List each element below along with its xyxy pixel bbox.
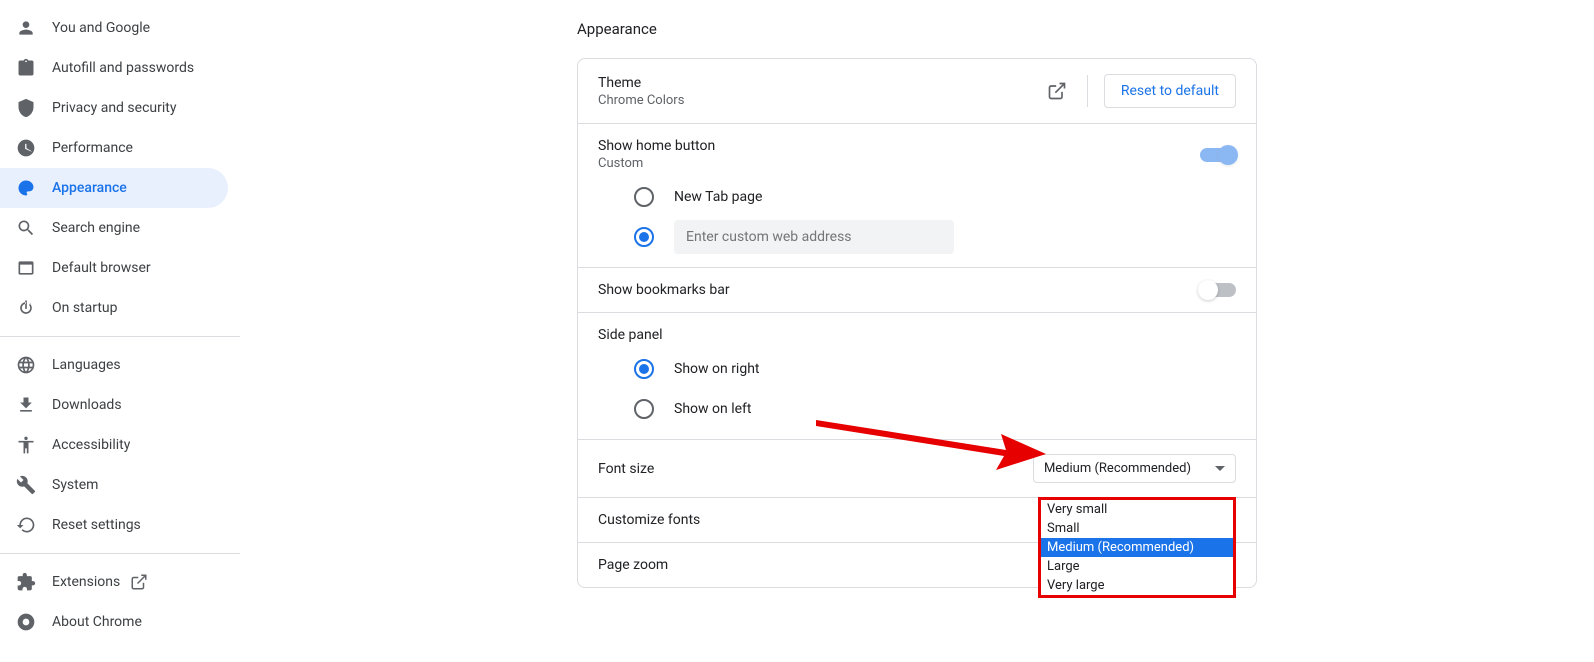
person-icon xyxy=(16,18,36,38)
sidebar-item-languages[interactable]: Languages xyxy=(0,345,228,385)
sidebar-item-accessibility[interactable]: Accessibility xyxy=(0,425,228,465)
home-button-section: Show home button Custom New Tab page xyxy=(578,124,1256,268)
custom-url-input[interactable] xyxy=(674,220,954,254)
chrome-icon xyxy=(16,612,36,632)
font-size-select[interactable]: Medium (Recommended) xyxy=(1033,454,1236,483)
bookmarks-title: Show bookmarks bar xyxy=(598,282,1200,298)
sidebar-item-label: Accessibility xyxy=(52,437,130,453)
radio-unchecked-icon[interactable] xyxy=(634,187,654,207)
dropdown-option-medium[interactable]: Medium (Recommended) xyxy=(1041,538,1233,557)
home-button-toggle[interactable] xyxy=(1200,148,1236,162)
sidebar-item-label: Languages xyxy=(52,357,121,373)
home-newtab-option[interactable]: New Tab page xyxy=(578,177,1256,217)
sidebar-item-label: About Chrome xyxy=(52,614,142,630)
sidebar-item-you-and-google[interactable]: You and Google xyxy=(0,8,228,48)
puzzle-icon xyxy=(16,572,36,592)
side-panel-section: Side panel Show on right Show on left xyxy=(578,313,1256,440)
sidebar-item-appearance[interactable]: Appearance xyxy=(0,168,228,208)
accessibility-icon xyxy=(16,435,36,455)
sidebar-item-on-startup[interactable]: On startup xyxy=(0,288,228,328)
radio-checked-icon[interactable] xyxy=(634,227,654,247)
page-title: Appearance xyxy=(577,20,1257,38)
sidebar-item-label: Search engine xyxy=(52,220,140,236)
external-link-icon xyxy=(130,573,148,591)
speedometer-icon xyxy=(16,138,36,158)
sidebar-item-about-chrome[interactable]: About Chrome xyxy=(0,602,228,642)
reset-theme-button[interactable]: Reset to default xyxy=(1104,74,1236,108)
chevron-down-icon xyxy=(1215,466,1225,471)
dropdown-option-very-small[interactable]: Very small xyxy=(1041,500,1233,519)
home-button-title: Show home button xyxy=(598,138,1200,154)
settings-card: Theme Chrome Colors Reset to default Sho… xyxy=(577,58,1257,588)
radio-label: Show on left xyxy=(674,401,751,417)
open-theme-icon[interactable] xyxy=(1039,73,1075,109)
divider xyxy=(0,336,240,337)
sidebar-item-reset-settings[interactable]: Reset settings xyxy=(0,505,228,545)
side-panel-title: Side panel xyxy=(598,327,1236,343)
dropdown-option-large[interactable]: Large xyxy=(1041,557,1233,576)
sidebar-item-label: On startup xyxy=(52,300,118,316)
radio-checked-icon[interactable] xyxy=(634,359,654,379)
sidebar-item-autofill[interactable]: Autofill and passwords xyxy=(0,48,228,88)
main-content: Appearance Theme Chrome Colors Reset to … xyxy=(240,0,1594,642)
vertical-divider xyxy=(1087,75,1088,107)
radio-unchecked-icon[interactable] xyxy=(634,399,654,419)
sidebar-item-search-engine[interactable]: Search engine xyxy=(0,208,228,248)
globe-icon xyxy=(16,355,36,375)
shield-icon xyxy=(16,98,36,118)
dropdown-option-very-large[interactable]: Very large xyxy=(1041,576,1233,595)
wrench-icon xyxy=(16,475,36,495)
dropdown-option-small[interactable]: Small xyxy=(1041,519,1233,538)
bookmarks-bar-row: Show bookmarks bar xyxy=(578,268,1256,313)
sidebar-item-label: You and Google xyxy=(52,20,150,36)
font-size-dropdown: Very small Small Medium (Recommended) La… xyxy=(1038,497,1236,598)
sidebar-item-label: Extensions xyxy=(52,574,120,590)
sidebar-item-performance[interactable]: Performance xyxy=(0,128,228,168)
theme-subtitle: Chrome Colors xyxy=(598,93,1039,108)
download-icon xyxy=(16,395,36,415)
divider xyxy=(0,553,240,554)
sidebar-item-label: Appearance xyxy=(52,180,127,196)
sidebar-item-label: System xyxy=(52,477,98,493)
sidebar-item-downloads[interactable]: Downloads xyxy=(0,385,228,425)
font-size-value: Medium (Recommended) xyxy=(1044,461,1191,476)
sidebar-item-privacy[interactable]: Privacy and security xyxy=(0,88,228,128)
sidebar-item-system[interactable]: System xyxy=(0,465,228,505)
sidebar-item-label: Performance xyxy=(52,140,133,156)
restore-icon xyxy=(16,515,36,535)
clipboard-icon xyxy=(16,58,36,78)
sidebar-item-label: Default browser xyxy=(52,260,151,276)
sidebar-item-label: Reset settings xyxy=(52,517,141,533)
sidebar-item-label: Downloads xyxy=(52,397,122,413)
theme-title: Theme xyxy=(598,75,1039,91)
radio-label: Show on right xyxy=(674,361,760,377)
sidepanel-right-option[interactable]: Show on right xyxy=(578,349,1256,389)
home-button-subtitle: Custom xyxy=(598,156,1200,171)
font-size-title: Font size xyxy=(598,461,1033,477)
power-icon xyxy=(16,298,36,318)
theme-row: Theme Chrome Colors Reset to default xyxy=(578,59,1256,124)
window-icon xyxy=(16,258,36,278)
sidepanel-left-option[interactable]: Show on left xyxy=(578,389,1256,429)
home-custom-option[interactable] xyxy=(578,217,1256,257)
sidebar-item-default-browser[interactable]: Default browser xyxy=(0,248,228,288)
radio-label: New Tab page xyxy=(674,189,762,205)
sidebar-item-label: Privacy and security xyxy=(52,100,176,116)
sidebar-item-extensions[interactable]: Extensions xyxy=(0,562,228,602)
font-size-row: Font size Medium (Recommended) Very smal… xyxy=(578,440,1256,498)
bookmarks-toggle[interactable] xyxy=(1200,283,1236,297)
palette-icon xyxy=(16,178,36,198)
sidebar-item-label: Autofill and passwords xyxy=(52,60,194,76)
search-icon xyxy=(16,218,36,238)
settings-sidebar: You and Google Autofill and passwords Pr… xyxy=(0,0,240,642)
